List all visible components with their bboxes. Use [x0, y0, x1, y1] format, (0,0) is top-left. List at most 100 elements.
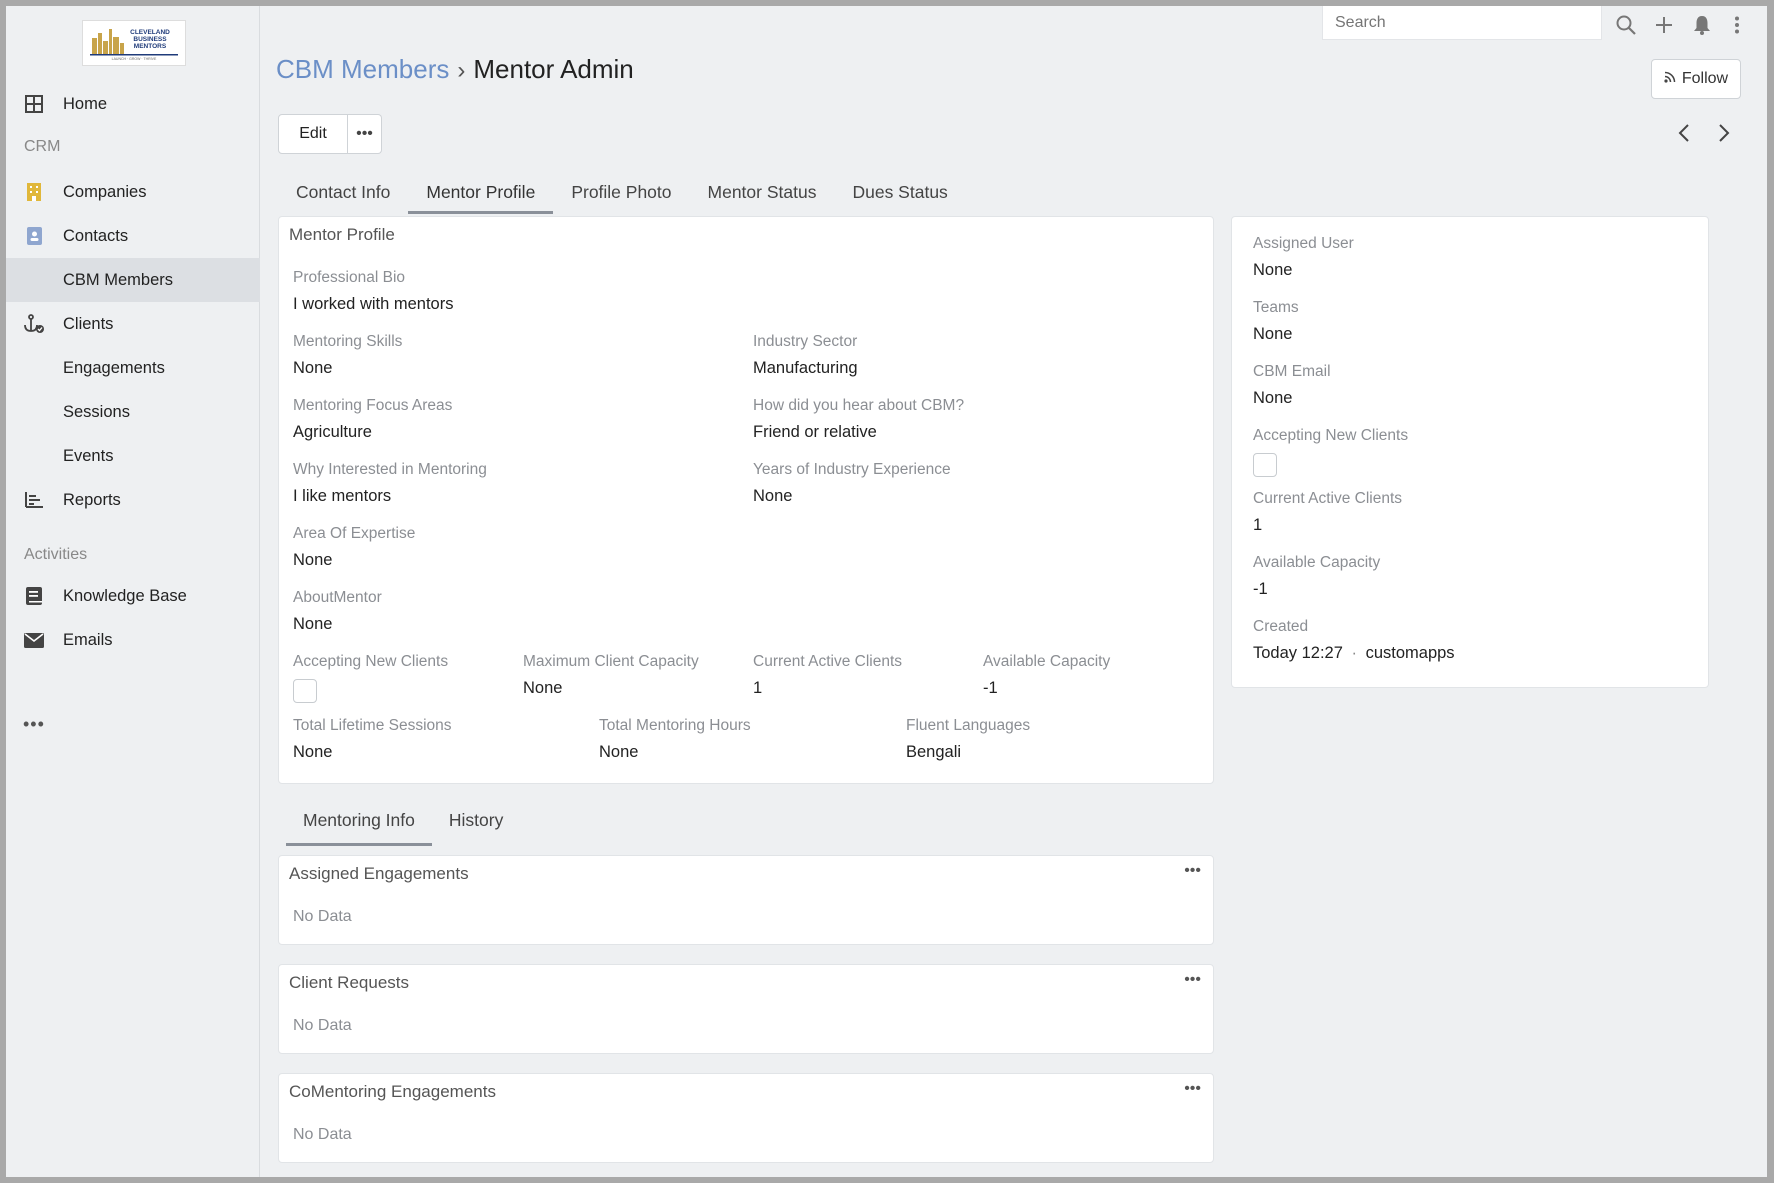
field-how-did-you-hear: How did you hear about CBM? Friend or re… [753, 397, 964, 442]
field-available-capacity: Available Capacity -1 [983, 653, 1110, 698]
kebab-menu-icon[interactable] [1726, 14, 1748, 36]
created-user-link[interactable]: customapps [1366, 644, 1455, 662]
field-label: Accepting New Clients [293, 653, 449, 670]
field-label: Why Interested in Mentoring [293, 461, 487, 478]
sidebar-item-home[interactable]: Home [6, 82, 260, 126]
sidebar-item-reports[interactable]: Reports [6, 478, 260, 522]
more-actions-button[interactable]: ••• [348, 114, 382, 154]
field-value: None [523, 679, 563, 697]
search-input[interactable] [1322, 6, 1602, 40]
chevron-left-icon[interactable] [1669, 118, 1699, 148]
anchor-check-icon [23, 313, 45, 335]
field-label: Current Active Clients [753, 653, 903, 670]
no-data-text: No Data [293, 1126, 352, 1143]
plus-icon[interactable] [1653, 14, 1675, 36]
assigned-engagements-panel: Assigned Engagements ••• No Data [278, 855, 1214, 945]
field-label: Current Active Clients [1253, 490, 1403, 507]
no-data-text: No Data [293, 1017, 352, 1034]
field-created: Created Today 12:27 · customapps [1253, 618, 1455, 663]
field-label: Total Lifetime Sessions [293, 717, 452, 734]
field-about-mentor: AboutMentor None [293, 589, 382, 634]
panel-more-icon[interactable]: ••• [1184, 1080, 1201, 1098]
record-tabs: Contact Info Mentor Profile Profile Phot… [278, 170, 966, 214]
field-label: Industry Sector [753, 333, 858, 350]
field-value: None [753, 487, 793, 505]
book-icon [23, 585, 45, 607]
sidebar: CLEVELAND BUSINESS MENTORS LAUNCH · GROW… [6, 6, 260, 1177]
field-mentoring-skills: Mentoring Skills None [293, 333, 402, 378]
field-label: How did you hear about CBM? [753, 397, 965, 414]
sidebar-item-label: Events [63, 446, 114, 465]
field-side-accepting-new-clients: Accepting New Clients [1253, 427, 1408, 477]
nav-group-activities: Activities [24, 546, 88, 563]
accepting-new-clients-checkbox[interactable] [293, 679, 317, 703]
sidebar-item-knowledge-base[interactable]: Knowledge Base [6, 574, 260, 618]
tab-history[interactable]: History [432, 798, 520, 846]
svg-text:MENTORS: MENTORS [134, 43, 167, 50]
tab-profile-photo[interactable]: Profile Photo [553, 170, 689, 214]
sidebar-item-contacts[interactable]: Contacts [6, 214, 260, 258]
field-label: AboutMentor [293, 589, 382, 606]
bell-icon[interactable] [1691, 14, 1713, 36]
sidebar-more-icon[interactable]: ••• [23, 714, 45, 735]
panel-more-icon[interactable]: ••• [1184, 971, 1201, 989]
field-professional-bio: Professional Bio I worked with mentors [293, 269, 453, 314]
sidebar-item-sessions[interactable]: Sessions [6, 390, 260, 434]
field-value: None [293, 615, 333, 633]
panel-title: Mentor Profile [289, 225, 395, 244]
follow-button[interactable]: Follow [1651, 59, 1741, 99]
field-label: Total Mentoring Hours [599, 717, 751, 734]
tab-mentor-status[interactable]: Mentor Status [690, 170, 835, 214]
breadcrumb-parent-link[interactable]: CBM Members [276, 54, 449, 84]
svg-text:BUSINESS: BUSINESS [133, 36, 167, 43]
tab-mentor-profile[interactable]: Mentor Profile [408, 170, 554, 214]
comentoring-engagements-panel: CoMentoring Engagements ••• No Data [278, 1073, 1214, 1163]
side-panel: Assigned User None Teams None CBM Email … [1231, 216, 1709, 688]
company-logo[interactable]: CLEVELAND BUSINESS MENTORS LAUNCH · GROW… [82, 20, 186, 66]
chevron-right-icon[interactable] [1709, 118, 1739, 148]
sidebar-item-events[interactable]: Events [6, 434, 260, 478]
sidebar-item-label: Knowledge Base [63, 586, 187, 605]
sidebar-item-label: Emails [63, 630, 113, 649]
sidebar-item-companies[interactable]: Companies [6, 170, 260, 214]
field-label: CBM Email [1253, 363, 1331, 380]
tab-mentoring-info[interactable]: Mentoring Info [286, 798, 432, 846]
sidebar-item-label: Home [63, 94, 108, 113]
field-value: Agriculture [293, 423, 372, 441]
svg-text:LAUNCH · GROW · THRIVE: LAUNCH · GROW · THRIVE [112, 57, 157, 61]
field-label: Fluent Languages [906, 717, 1031, 734]
sidebar-item-label: CBM Members [63, 270, 174, 289]
sidebar-item-label: Engagements [63, 358, 165, 377]
field-fluent-languages: Fluent Languages Bengali [906, 717, 1030, 762]
tab-contact-info[interactable]: Contact Info [278, 170, 408, 214]
sidebar-item-engagements[interactable]: Engagements [6, 346, 260, 390]
tab-dues-status[interactable]: Dues Status [834, 170, 965, 214]
field-value: None [293, 743, 333, 761]
field-value: None [293, 551, 333, 569]
field-value: 1 [1253, 516, 1263, 534]
sidebar-item-emails[interactable]: Emails [6, 618, 260, 662]
created-date: Today 12:27 [1253, 644, 1343, 662]
search-icon[interactable] [1615, 14, 1637, 36]
field-value: None [599, 743, 639, 761]
field-industry-sector: Industry Sector Manufacturing [753, 333, 858, 378]
created-separator: · [1351, 644, 1358, 662]
sidebar-item-clients[interactable]: Clients [6, 302, 260, 346]
sidebar-item-label: Reports [63, 490, 121, 509]
breadcrumb-separator: › [457, 57, 466, 84]
field-accepting-new-clients: Accepting New Clients [293, 653, 448, 703]
edit-button[interactable]: Edit [278, 114, 348, 154]
field-teams: Teams None [1253, 299, 1299, 344]
field-label: Area Of Expertise [293, 525, 416, 542]
breadcrumb: CBM Members › Mentor Admin [276, 54, 634, 85]
field-label: Mentoring Skills [293, 333, 403, 350]
follow-label: Follow [1681, 70, 1729, 87]
sidebar-item-label: Clients [63, 314, 114, 333]
panel-more-icon[interactable]: ••• [1184, 862, 1201, 880]
side-accepting-new-clients-checkbox[interactable] [1253, 453, 1277, 477]
field-side-available-capacity: Available Capacity -1 [1253, 554, 1380, 599]
sidebar-item-cbm-members[interactable]: CBM Members [6, 258, 260, 302]
panel-title: Assigned Engagements [289, 864, 469, 883]
sidebar-item-label: Companies [63, 182, 147, 201]
field-label: Available Capacity [1253, 554, 1381, 571]
